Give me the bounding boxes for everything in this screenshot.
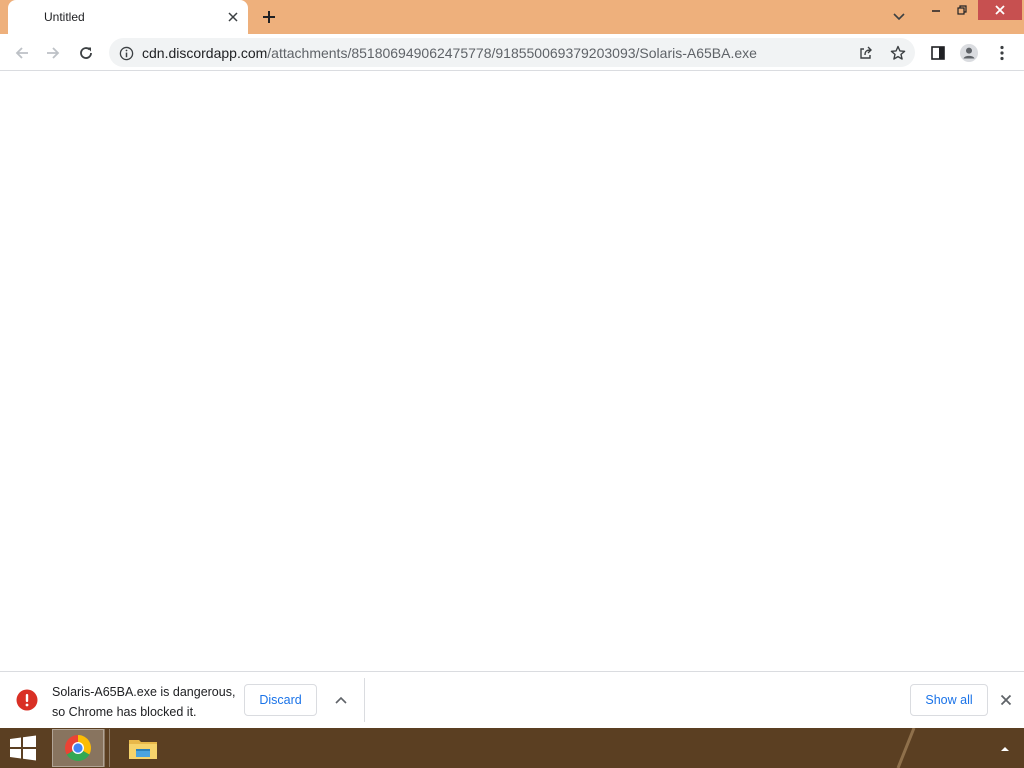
folder-icon[interactable]	[118, 729, 168, 767]
kebab-menu-icon[interactable]	[989, 40, 1015, 66]
window-close-icon[interactable]	[978, 0, 1022, 20]
url-text[interactable]: cdn.discordapp.com/attachments/851806949…	[142, 45, 757, 61]
show-all-button[interactable]: Show all	[910, 684, 988, 716]
reload-icon[interactable]	[73, 40, 99, 66]
arrow-right-icon[interactable]	[40, 40, 66, 66]
url-host: cdn.discordapp.com	[142, 45, 268, 61]
download-status-text: Solaris-A65BA.exe is dangerous, so Chrom…	[52, 682, 235, 722]
chevron-up-icon[interactable]	[330, 689, 352, 711]
taskbar	[0, 728, 1024, 768]
download-shelf: Solaris-A65BA.exe is dangerous, so Chrom…	[0, 671, 1024, 728]
person-icon[interactable]	[956, 40, 982, 66]
share-icon[interactable]	[854, 41, 878, 65]
close-icon[interactable]	[995, 689, 1017, 711]
arrow-left-icon[interactable]	[9, 40, 35, 66]
page-content	[0, 71, 1024, 671]
shelf-divider	[364, 678, 365, 722]
chevron-up-icon[interactable]	[996, 740, 1014, 756]
discard-button[interactable]: Discard	[244, 684, 317, 716]
minimize-icon[interactable]	[924, 0, 948, 20]
url-path: /attachments/851806949062475778/91855006…	[267, 45, 757, 61]
tab-title: Untitled	[44, 10, 85, 24]
chrome-icon[interactable]	[52, 729, 104, 767]
restore-icon[interactable]	[950, 0, 974, 20]
browser-toolbar: cdn.discordapp.com/attachments/851806949…	[0, 34, 1024, 71]
close-icon[interactable]	[224, 8, 242, 26]
plus-icon[interactable]	[258, 6, 280, 28]
address-bar[interactable]: cdn.discordapp.com/attachments/851806949…	[109, 38, 915, 67]
warning-icon	[16, 689, 38, 711]
download-message-line1: Solaris-A65BA.exe is dangerous,	[52, 685, 236, 699]
star-icon[interactable]	[886, 41, 910, 65]
tab-strip: Untitled	[0, 0, 1024, 34]
taskbar-wallpaper-stroke	[896, 728, 916, 768]
chevron-down-icon[interactable]	[889, 7, 909, 27]
info-icon[interactable]	[117, 44, 135, 62]
taskbar-group-edge	[104, 729, 110, 767]
download-message-line2: so Chrome has blocked it.	[52, 705, 197, 719]
side-panel-icon[interactable]	[925, 40, 951, 66]
windows-logo-icon[interactable]	[8, 735, 38, 761]
tab-untitled[interactable]: Untitled	[8, 0, 248, 34]
